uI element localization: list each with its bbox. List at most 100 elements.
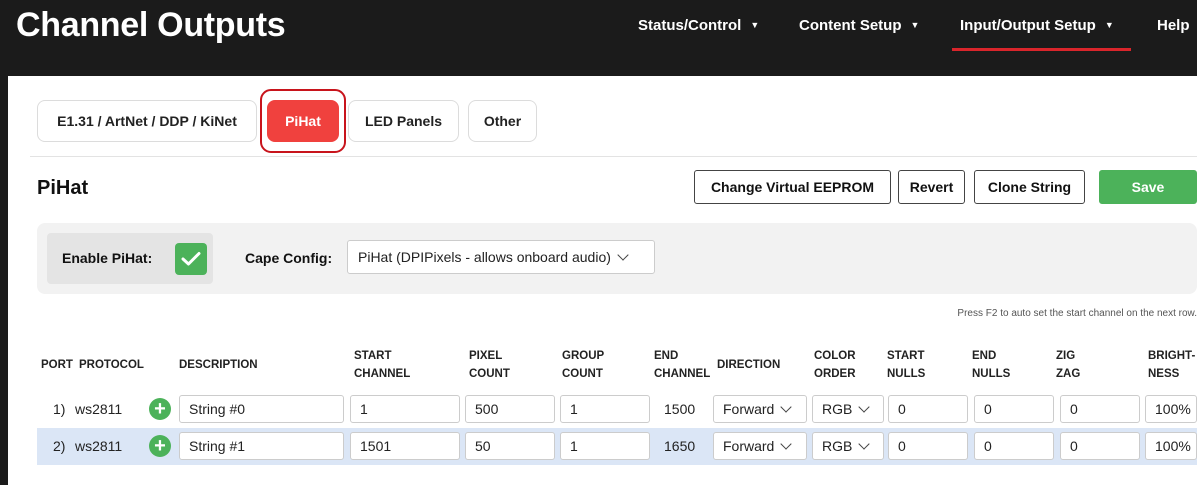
- nav-label: Help: [1157, 17, 1190, 34]
- header-color-order: COLOR ORDER: [814, 347, 856, 383]
- caret-down-icon: ▼: [1104, 20, 1114, 30]
- chevron-down-icon: [617, 248, 629, 261]
- main-content: E1.31 / ArtNet / DDP / KiNet PiHat LED P…: [8, 76, 1197, 485]
- header-end-nulls: END NULLS: [972, 347, 1010, 383]
- change-virtual-eeprom-button[interactable]: Change Virtual EEPROM: [694, 170, 891, 204]
- header-line: END: [654, 350, 679, 362]
- nav-status-control[interactable]: Status/Control ▼: [638, 17, 759, 34]
- header-line: GROUP: [562, 350, 605, 362]
- revert-button[interactable]: Revert: [898, 170, 965, 204]
- nav-label: Content Setup: [799, 17, 902, 34]
- enable-pihat-label: Enable PiHat:: [62, 250, 153, 266]
- pixel-count-input[interactable]: 500: [465, 395, 555, 423]
- header-description: DESCRIPTION: [179, 359, 258, 371]
- tab-led-panels[interactable]: LED Panels: [348, 100, 459, 142]
- section-title: PiHat: [37, 177, 89, 199]
- add-row-icon[interactable]: +: [149, 435, 171, 457]
- tab-label: Other: [483, 113, 522, 129]
- zig-zag-input[interactable]: 0: [1060, 395, 1140, 423]
- cape-config-label: Cape Config:: [245, 250, 333, 266]
- direction-value: Forward: [723, 401, 775, 417]
- protocol-value: ws2811: [75, 401, 123, 417]
- caret-down-icon: ▼: [910, 20, 920, 30]
- header-line: COUNT: [469, 368, 510, 380]
- header-line: CHANNEL: [654, 368, 711, 380]
- save-button[interactable]: Save: [1099, 170, 1197, 204]
- description-input[interactable]: String #0: [179, 395, 344, 423]
- direction-select[interactable]: Forward: [713, 395, 807, 423]
- table-row: 2) ws2811 + String #1 1501 50 1 1650 For…: [37, 428, 1197, 465]
- color-order-value: RGB: [822, 401, 853, 417]
- add-row-icon[interactable]: +: [149, 398, 171, 420]
- tab-other[interactable]: Other: [468, 100, 537, 142]
- header-line: START: [354, 350, 392, 362]
- tab-label: PiHat: [285, 113, 321, 129]
- end-channel-value: 1500: [664, 401, 696, 417]
- color-order-select[interactable]: RGB: [812, 432, 884, 460]
- header-line: ZIG: [1056, 350, 1076, 362]
- header-line: NULLS: [887, 368, 926, 380]
- header-group-count: GROUP COUNT: [562, 347, 604, 383]
- zig-zag-input[interactable]: 0: [1060, 432, 1140, 460]
- header-line: PIXEL: [469, 350, 503, 362]
- nav-input-output-setup[interactable]: Input/Output Setup ▼: [960, 17, 1114, 34]
- checkmark-icon: [181, 252, 201, 266]
- start-nulls-input[interactable]: 0: [888, 432, 968, 460]
- group-count-input[interactable]: 1: [560, 432, 650, 460]
- group-count-input[interactable]: 1: [560, 395, 650, 423]
- header-brightness: BRIGHT- NESS: [1148, 347, 1195, 383]
- start-channel-input[interactable]: 1: [350, 395, 460, 423]
- nav-label: Status/Control: [638, 17, 742, 34]
- chevron-down-icon: [858, 400, 871, 413]
- header-line: CHANNEL: [354, 368, 411, 380]
- brightness-input[interactable]: 100%: [1145, 432, 1197, 460]
- color-order-value: RGB: [822, 438, 853, 454]
- header-line: COLOR: [814, 350, 856, 362]
- header-line: BRIGHT-: [1148, 350, 1196, 362]
- nav-content-setup[interactable]: Content Setup ▼: [799, 17, 919, 34]
- description-input[interactable]: String #1: [179, 432, 344, 460]
- header-start-nulls: START NULLS: [887, 347, 925, 383]
- brightness-input[interactable]: 100%: [1145, 395, 1197, 423]
- header-line: START: [887, 350, 925, 362]
- port-number: 1): [53, 401, 66, 417]
- cape-config-select[interactable]: PiHat (DPIPixels - allows onboard audio): [347, 240, 655, 274]
- nav-help[interactable]: Help: [1157, 17, 1190, 34]
- clone-string-button[interactable]: Clone String: [974, 170, 1085, 204]
- cape-config-value: PiHat (DPIPixels - allows onboard audio): [358, 249, 611, 265]
- header-line: ZAG: [1056, 368, 1081, 380]
- enable-pihat-group: Enable PiHat:: [47, 233, 213, 284]
- color-order-select[interactable]: RGB: [812, 395, 884, 423]
- tab-label: E1.31 / ArtNet / DDP / KiNet: [57, 113, 237, 129]
- chevron-down-icon: [780, 437, 793, 450]
- tab-label: LED Panels: [364, 113, 443, 129]
- tab-divider: [30, 156, 1197, 157]
- tab-e131-artnet[interactable]: E1.31 / ArtNet / DDP / KiNet: [37, 100, 257, 142]
- nav-label: Input/Output Setup: [960, 17, 1096, 34]
- header-pixel-count: PIXEL COUNT: [469, 347, 510, 383]
- end-nulls-input[interactable]: 0: [974, 395, 1054, 423]
- start-channel-input[interactable]: 1501: [350, 432, 460, 460]
- direction-value: Forward: [723, 438, 775, 454]
- left-edge: [0, 76, 8, 485]
- caret-down-icon: ▼: [750, 20, 760, 30]
- chevron-down-icon: [780, 400, 793, 413]
- page-title: Channel Outputs: [16, 6, 286, 44]
- start-nulls-input[interactable]: 0: [888, 395, 968, 423]
- header-line: END: [972, 350, 997, 362]
- header-line: COUNT: [562, 368, 603, 380]
- header-line: NULLS: [972, 368, 1011, 380]
- protocol-value: ws2811: [75, 438, 123, 454]
- end-nulls-input[interactable]: 0: [974, 432, 1054, 460]
- header-end-channel: END CHANNEL: [654, 347, 710, 383]
- direction-select[interactable]: Forward: [713, 432, 807, 460]
- header-direction: DIRECTION: [717, 359, 781, 371]
- nav-active-indicator: [952, 48, 1131, 51]
- end-channel-value: 1650: [664, 438, 696, 454]
- pixel-count-input[interactable]: 50: [465, 432, 555, 460]
- tab-pihat[interactable]: PiHat: [267, 100, 339, 142]
- chevron-down-icon: [858, 437, 871, 450]
- header-line: NESS: [1148, 368, 1180, 380]
- port-number: 2): [53, 438, 66, 454]
- enable-pihat-checkbox[interactable]: [175, 243, 207, 275]
